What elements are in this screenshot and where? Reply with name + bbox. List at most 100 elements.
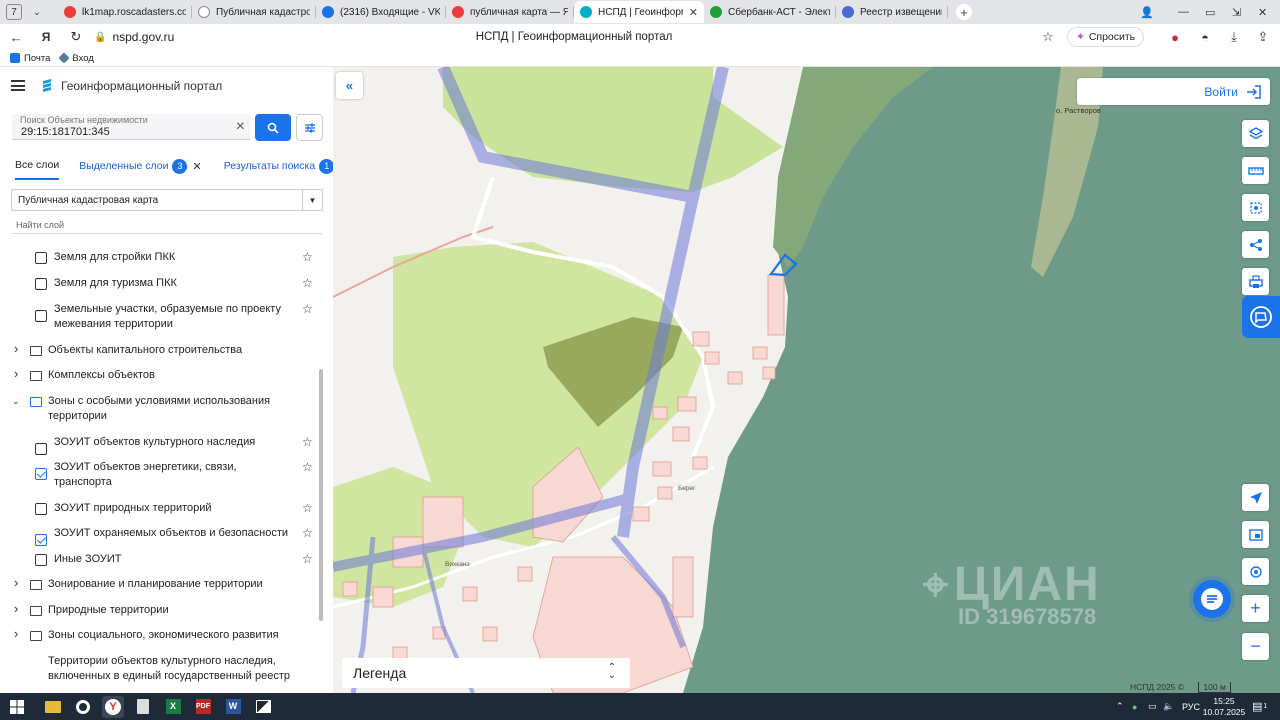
input-language[interactable]: РУС — [1182, 693, 1200, 720]
chevron-down-icon[interactable]: ⌄ — [12, 396, 20, 407]
layer-checkbox[interactable] — [35, 310, 47, 322]
minimap-button[interactable] — [1242, 521, 1269, 548]
measure-button[interactable] — [1242, 157, 1269, 184]
network-icon[interactable]: ▭ — [1148, 693, 1157, 720]
close-tab-icon[interactable]: ✕ — [689, 6, 698, 19]
profile-icon[interactable]: 👤 — [1140, 0, 1154, 24]
excel-taskbar-icon[interactable]: X — [162, 696, 184, 718]
notifications-button[interactable]: ▤ 1 — [1252, 693, 1267, 720]
layer-checkbox[interactable] — [35, 534, 47, 546]
copyright-text: НСПД 2025 © — [1130, 682, 1185, 692]
app-taskbar-icon[interactable] — [72, 696, 94, 718]
scale-value: 100 м — [1198, 682, 1231, 693]
close-selected-tab-icon[interactable]: ✕ — [192, 160, 201, 173]
word-taskbar-icon[interactable]: W — [222, 696, 244, 718]
chevron-right-icon[interactable]: › — [14, 575, 18, 590]
chevron-right-icon[interactable]: › — [14, 626, 18, 641]
filter-button[interactable] — [296, 114, 323, 141]
search-button[interactable] — [255, 114, 291, 141]
chevron-right-icon[interactable]: › — [14, 341, 18, 356]
group-label: Природные территории — [48, 604, 169, 616]
layer-checkbox[interactable] — [35, 443, 47, 455]
map-view[interactable]: о. Растворов Вихканэ Берег ⌖ ЦИАН ID 319… — [333, 67, 1280, 693]
restore-icon[interactable]: ▭ — [1205, 0, 1215, 24]
bookmark-icon[interactable]: ☆ — [1036, 25, 1060, 49]
favorite-star-icon[interactable]: ☆ — [302, 435, 313, 449]
calculator-taskbar-icon[interactable] — [132, 696, 154, 718]
tray-chevron-icon[interactable]: ⌃ — [1116, 693, 1124, 720]
legend-panel[interactable]: Легенда ⌃ ⌄ — [342, 658, 630, 688]
plus-icon: + — [1250, 598, 1261, 618]
browser-tab[interactable]: (2316) Входящие - VK Wo — [316, 1, 446, 23]
browser-tab[interactable]: Сбербанк-АСТ - Электро — [704, 1, 836, 23]
clear-search-icon[interactable]: × — [236, 119, 245, 135]
share-button[interactable] — [1242, 231, 1269, 258]
tab-list-chevron-icon[interactable]: ⌄ — [28, 3, 46, 21]
tab-selected-layers[interactable]: Выделенные слои 3 ✕ — [79, 152, 202, 180]
print-button[interactable] — [1242, 268, 1269, 295]
map-canvas[interactable] — [333, 67, 1280, 693]
find-layer-input[interactable]: Найти слой — [16, 220, 64, 230]
bookmark-login[interactable]: Вход — [58, 52, 94, 64]
login-button[interactable]: Войти — [1077, 78, 1270, 105]
menu-icon[interactable] — [11, 80, 25, 91]
share-icon[interactable]: ⇪ — [1251, 25, 1275, 49]
photos-taskbar-icon[interactable] — [252, 696, 274, 718]
basemap-select[interactable]: Публичная кадастровая карта ▼ — [11, 189, 323, 211]
chevron-right-icon[interactable]: › — [14, 601, 18, 616]
minimize-icon[interactable]: — — [1178, 0, 1189, 24]
close-window-icon[interactable]: ✕ — [1258, 0, 1267, 24]
browser-tab[interactable]: Публичная кадастровая к — [192, 1, 316, 23]
tab-search-results[interactable]: Результаты поиска 1 ✕ ▶ — [224, 152, 333, 180]
start-button[interactable] — [6, 696, 28, 718]
ask-ai-button[interactable]: ✦ Спросить — [1067, 27, 1145, 47]
favorite-star-icon[interactable]: ☆ — [302, 460, 313, 474]
yandex-browser-taskbar-icon[interactable]: Y — [102, 695, 124, 718]
search-input[interactable]: Поиск Объекты недвижимости 29:15:181701:… — [12, 114, 250, 140]
tab-all-layers[interactable]: Все слои — [15, 152, 60, 180]
vpn-icon[interactable]: ◓ — [1193, 25, 1217, 49]
collapse-sidebar-button[interactable]: « — [336, 72, 363, 99]
favorite-star-icon[interactable]: ☆ — [302, 250, 313, 264]
browser-tab[interactable]: lk1map.roscadasters.com — [58, 1, 192, 23]
clock[interactable]: 15:25 10.07.2025 — [1202, 693, 1246, 720]
layer-checkbox[interactable] — [35, 252, 47, 264]
volume-icon[interactable]: 🔈 — [1163, 693, 1174, 720]
layer-checkbox[interactable] — [35, 554, 47, 566]
locate-button[interactable] — [1242, 484, 1269, 511]
new-tab-button[interactable]: + — [956, 4, 972, 20]
address-bar: ← Я ↻ 🔒 nspd.gov.ru НСПД | Геоинформацио… — [0, 24, 1280, 50]
browser-tab[interactable]: Реестр извещений — [836, 1, 948, 23]
layer-checkbox[interactable] — [35, 278, 47, 290]
favorite-star-icon[interactable]: ☆ — [302, 526, 313, 540]
feedback-side-button[interactable] — [1242, 296, 1280, 338]
layers-button[interactable] — [1242, 120, 1269, 147]
browser-tab[interactable]: НСПД | Геоинформаци ✕ — [574, 1, 704, 23]
browser-tab[interactable]: публичная карта — Яндек — [446, 1, 574, 23]
expand-legend-icon[interactable]: ⌃ ⌄ — [608, 663, 616, 681]
favorite-star-icon[interactable]: ☆ — [302, 302, 313, 316]
tab-count-button[interactable]: 7 — [6, 4, 22, 20]
sidebar-scrollbar[interactable] — [319, 369, 323, 621]
select-area-button[interactable] — [1242, 194, 1269, 221]
tray-app-icon[interactable]: ● — [1132, 693, 1137, 720]
chat-button[interactable] — [1193, 580, 1231, 618]
layer-checkbox[interactable] — [35, 503, 47, 515]
explorer-taskbar-icon[interactable] — [42, 696, 64, 718]
chevron-right-icon[interactable]: › — [14, 366, 18, 381]
pin-icon[interactable]: ⇲ — [1232, 0, 1241, 24]
layer-checkbox[interactable] — [35, 468, 47, 480]
geolocation-button[interactable] — [1242, 558, 1269, 585]
extension-icon[interactable]: ● — [1163, 25, 1187, 49]
zoom-out-button[interactable]: − — [1242, 633, 1269, 660]
bookmark-mail[interactable]: Почта — [10, 53, 50, 64]
pdf-taskbar-icon[interactable]: PDF — [192, 696, 214, 718]
downloads-icon[interactable]: ⤓ — [1222, 25, 1246, 49]
group-label: Зонирование и планирование территории — [48, 578, 263, 590]
sliders-icon — [304, 123, 315, 132]
favorite-star-icon[interactable]: ☆ — [302, 552, 313, 566]
zoom-in-button[interactable]: + — [1242, 595, 1269, 622]
favorite-star-icon[interactable]: ☆ — [302, 501, 313, 515]
favorite-star-icon[interactable]: ☆ — [302, 276, 313, 290]
group-label: Объекты капитального строительства — [48, 344, 243, 356]
